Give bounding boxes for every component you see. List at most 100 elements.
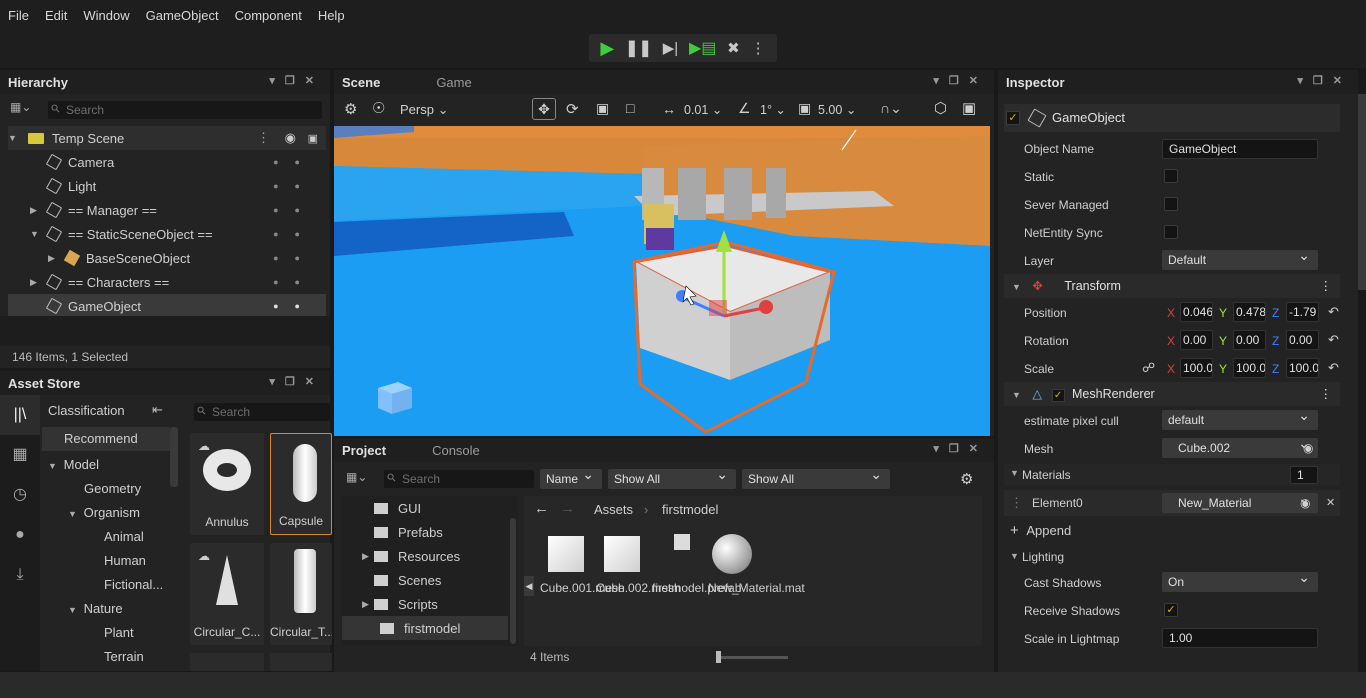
panel-controls-icon[interactable]: ▾❐✕ xyxy=(269,74,324,87)
hierarchy-item[interactable]: ▼ == StaticSceneObject == ●● xyxy=(30,222,326,246)
maximize-icon[interactable]: ▣ xyxy=(962,99,976,117)
filter-dropdown[interactable]: Show All xyxy=(608,464,736,489)
zoom-slider[interactable] xyxy=(718,656,788,659)
component-menu-icon[interactable]: ⋮ xyxy=(1320,274,1333,298)
folder-item[interactable]: ▶ Resources xyxy=(362,544,460,568)
asset-card[interactable]: Capsule xyxy=(270,433,332,535)
back-icon[interactable]: ← xyxy=(534,500,549,517)
move-snap-icon[interactable]: ↔ xyxy=(662,101,676,117)
element0-field[interactable]: New_Material xyxy=(1162,488,1318,513)
expand-icon[interactable]: ▼ xyxy=(48,461,60,471)
tree-organism[interactable]: ▼ Organism xyxy=(68,505,140,520)
position-x[interactable]: 0.046 xyxy=(1180,302,1213,322)
expand-icon[interactable]: ▼ xyxy=(8,133,20,143)
tree-human[interactable]: Human xyxy=(104,553,146,568)
layer-dropdown[interactable]: Default xyxy=(1162,245,1318,270)
remove-icon[interactable]: ✕ xyxy=(1326,496,1335,509)
hierarchy-item[interactable]: Camera ●● xyxy=(45,150,326,174)
link-icon[interactable]: ☍ xyxy=(1142,360,1155,376)
tree-geometry[interactable]: Geometry xyxy=(84,481,141,496)
filter-dropdown[interactable]: Show All xyxy=(742,464,890,489)
angle-snap-icon[interactable]: ∠ xyxy=(738,100,751,117)
rotation-y[interactable]: 0.00 xyxy=(1233,330,1266,350)
tab-game[interactable]: Game xyxy=(436,75,471,90)
cast-shadows-dropdown[interactable]: On xyxy=(1162,567,1318,592)
clear-icon[interactable]: ✖ xyxy=(727,39,740,57)
visibility-icon[interactable]: ◉ xyxy=(285,130,296,146)
asset-card[interactable]: ☁ Circular_C... xyxy=(190,543,264,645)
menu-window[interactable]: Window xyxy=(75,8,137,23)
download-icon[interactable]: ☁ xyxy=(198,439,210,453)
zoom-slider-handle[interactable] xyxy=(716,651,721,663)
scale-snap-dropdown[interactable]: 5.00 ⌄ xyxy=(818,102,856,117)
scene-row[interactable]: ▼ Temp Scene ⋮ ◉ ▣ xyxy=(8,126,326,150)
expand-icon[interactable]: ▶ xyxy=(30,277,42,288)
inspector-scrollbar[interactable] xyxy=(1358,94,1366,290)
scale-x[interactable]: 100.0 xyxy=(1180,358,1213,378)
more-icon[interactable]: ⋮ xyxy=(751,39,766,57)
folder-item[interactable]: GUI xyxy=(374,496,421,520)
panel-controls-icon[interactable]: ▾❐✕ xyxy=(933,442,988,455)
download-icon[interactable]: ☁ xyxy=(198,549,210,563)
collapse-icon[interactable]: ⇤ xyxy=(152,402,163,418)
folder-item[interactable]: Prefabs xyxy=(374,520,443,544)
gizmo-cube-icon[interactable]: ⬡ xyxy=(934,99,947,117)
angle-snap-dropdown[interactable]: 1° ⌄ xyxy=(760,102,786,117)
step-icon[interactable]: ▶| xyxy=(663,39,678,57)
project-search-input[interactable]: Search xyxy=(384,470,534,488)
play-device-icon[interactable]: ▶▤ xyxy=(689,38,716,58)
move-tool-icon[interactable]: ✥ xyxy=(532,98,556,120)
create-asset-icon[interactable]: ▦⌄ xyxy=(346,470,367,484)
expand-icon[interactable]: ▼ xyxy=(68,605,80,615)
create-icon[interactable]: ▦⌄ xyxy=(10,100,44,118)
asset-search-input[interactable]: Search xyxy=(194,403,330,421)
hierarchy-item[interactable]: ▶ == Manager == ●● xyxy=(30,198,326,222)
menu-help[interactable]: Help xyxy=(310,8,353,23)
scale-z[interactable]: 100.0 xyxy=(1286,358,1319,378)
tree-scrollbar[interactable] xyxy=(170,427,178,487)
folder-scrollbar[interactable] xyxy=(510,518,516,644)
tree-plant[interactable]: Plant xyxy=(104,625,134,640)
rotation-z[interactable]: 0.00 xyxy=(1286,330,1319,350)
sever-checkbox[interactable] xyxy=(1164,197,1178,211)
component-menu-icon[interactable]: ⋮ xyxy=(1320,382,1333,406)
sort-dropdown[interactable]: Name xyxy=(540,464,602,489)
materials-count[interactable]: 1 xyxy=(1290,466,1318,484)
pause-icon[interactable]: ❚❚ xyxy=(625,38,652,58)
breadcrumb-current[interactable]: firstmodel xyxy=(662,502,718,517)
expand-icon[interactable]: ▶ xyxy=(362,599,374,610)
hierarchy-item[interactable]: ▶ == Characters == ●● xyxy=(30,270,326,294)
expand-icon[interactable]: ▶ xyxy=(48,253,60,264)
scene-menu-icon[interactable]: ⋮ xyxy=(257,130,270,146)
expand-icon[interactable]: ▶ xyxy=(362,551,374,562)
tree-terrain[interactable]: Terrain xyxy=(104,649,144,664)
asset-card[interactable]: ☁ Annulus xyxy=(190,433,264,535)
tree-model[interactable]: ▼ Model xyxy=(48,457,99,472)
menu-edit[interactable]: Edit xyxy=(37,8,75,23)
panel-controls-icon[interactable]: ▾❐✕ xyxy=(269,375,324,388)
panel-controls-icon[interactable]: ▾❐✕ xyxy=(933,74,988,87)
scale-snap-icon[interactable]: ▣ xyxy=(798,100,811,117)
expand-icon[interactable]: ▼ xyxy=(1012,390,1021,400)
expand-icon[interactable]: ▶ xyxy=(30,205,42,216)
menu-file[interactable]: File xyxy=(0,8,37,23)
file-item[interactable]: Cube.002.mesh xyxy=(596,580,681,597)
library-icon[interactable]: ||\ xyxy=(0,395,40,435)
lightmap-field[interactable]: 1.00 xyxy=(1162,628,1318,648)
rotation-x[interactable]: 0.00 xyxy=(1180,330,1213,350)
meshrenderer-checkbox[interactable]: ✓ xyxy=(1051,389,1065,402)
asset-card[interactable]: Circular_T... xyxy=(270,543,332,645)
rect-tool-icon[interactable]: □ xyxy=(626,100,634,116)
panel-controls-icon[interactable]: ▾❐✕ xyxy=(1297,74,1352,87)
expand-icon[interactable]: ▼ xyxy=(1010,551,1019,561)
tree-recommend[interactable]: Recommend xyxy=(42,427,170,451)
hierarchy-search-input[interactable]: Search xyxy=(48,101,322,119)
reset-icon[interactable]: ↶ xyxy=(1328,304,1339,320)
append-button[interactable]: + Append xyxy=(1010,522,1071,539)
scale-tool-icon[interactable]: ▣ xyxy=(596,100,609,117)
reset-icon[interactable]: ↶ xyxy=(1328,360,1339,376)
material-picker-icon[interactable]: ◉ xyxy=(1300,496,1310,510)
expand-icon[interactable]: ▼ xyxy=(68,509,80,519)
asset-card[interactable] xyxy=(270,653,332,671)
rotate-tool-icon[interactable]: ⟳ xyxy=(566,100,579,118)
